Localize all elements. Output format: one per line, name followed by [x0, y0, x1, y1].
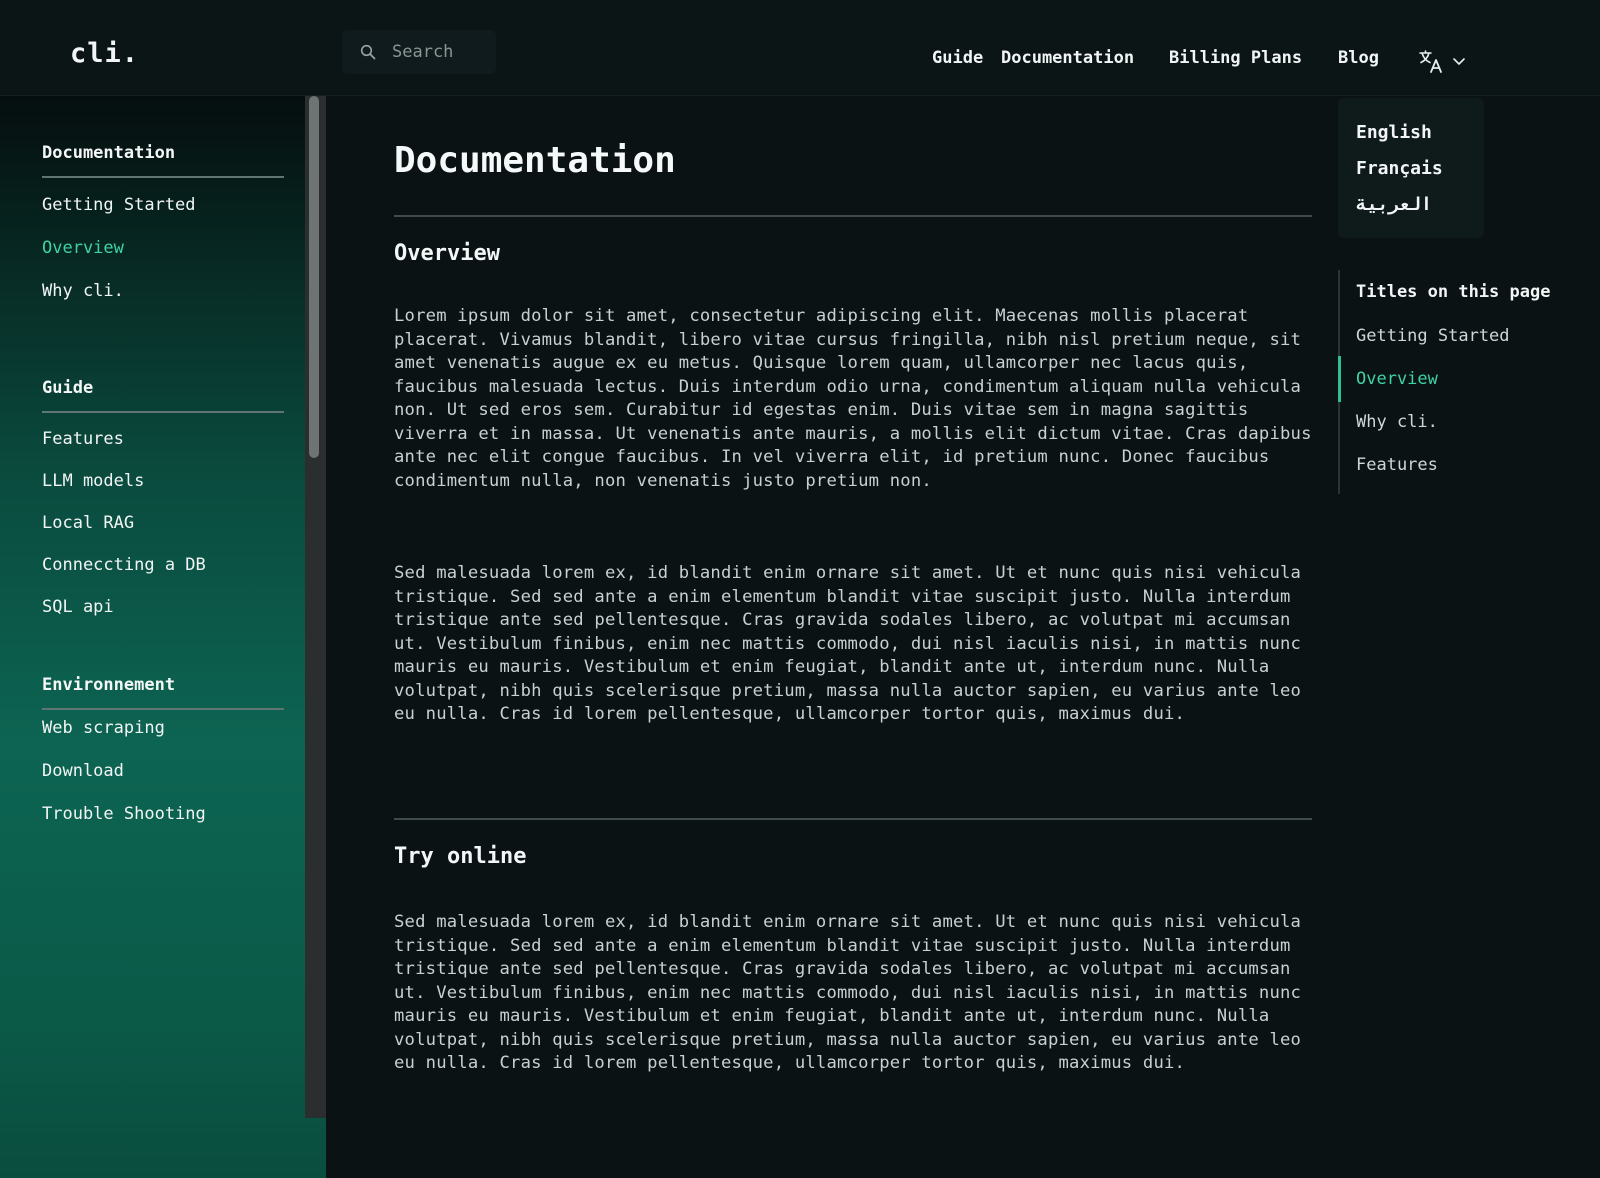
- chevron-down-icon: [1453, 58, 1465, 65]
- translate-icon: [1419, 50, 1442, 73]
- language-option-arabic[interactable]: العربية: [1356, 194, 1432, 215]
- top-header: cli. Guide Documentation Billing Plans B…: [0, 0, 1600, 96]
- page-title: Documentation: [394, 140, 676, 181]
- sidebar-divider: [42, 708, 284, 710]
- sidebar-item-connecting-db[interactable]: Conneccting a DB: [42, 555, 206, 575]
- docs-page: cli. Guide Documentation Billing Plans B…: [0, 0, 1600, 1178]
- sidebar-item-getting-started[interactable]: Getting Started: [42, 195, 196, 215]
- section-heading-try-online: Try online: [394, 844, 527, 869]
- sidebar-section-guide: Guide: [42, 378, 94, 398]
- overview-paragraph-2: Sed malesuada lorem ex, id blandit enim …: [394, 563, 1302, 724]
- nav-guide[interactable]: Guide: [932, 48, 983, 68]
- sidebar-item-llm-models[interactable]: LLM models: [42, 471, 144, 491]
- toc-item-features[interactable]: Features: [1356, 455, 1438, 475]
- section-divider: [394, 818, 1312, 820]
- sidebar-item-overview[interactable]: Overview: [42, 238, 124, 258]
- sidebar-item-sql-api[interactable]: SQL api: [42, 597, 114, 617]
- sidebar-item-trouble-shooting[interactable]: Trouble Shooting: [42, 804, 206, 824]
- nav-documentation[interactable]: Documentation: [1001, 48, 1134, 68]
- toc-item-getting-started[interactable]: Getting Started: [1356, 326, 1510, 346]
- nav-blog[interactable]: Blog: [1338, 48, 1379, 68]
- toc-item-overview[interactable]: Overview: [1356, 369, 1438, 389]
- sidebar-item-why-cli[interactable]: Why cli.: [42, 281, 124, 301]
- sidebar-divider: [42, 411, 284, 413]
- language-option-english[interactable]: English: [1356, 122, 1432, 143]
- overview-paragraph-1: Lorem ipsum dolor sit amet, consectetur …: [394, 306, 1312, 491]
- try-online-paragraph: Sed malesuada lorem ex, id blandit enim …: [394, 912, 1302, 1073]
- nav-billing-plans[interactable]: Billing Plans: [1169, 48, 1302, 68]
- toc-active-indicator: [1338, 356, 1341, 402]
- language-dropdown: English Français العربية: [1338, 98, 1484, 238]
- sidebar-divider: [42, 176, 284, 178]
- sidebar-scrollbar-thumb[interactable]: [309, 96, 319, 458]
- title-divider: [394, 215, 1312, 217]
- language-option-french[interactable]: Français: [1356, 158, 1443, 179]
- sidebar-section-documentation: Documentation: [42, 143, 176, 163]
- sidebar-item-web-scraping[interactable]: Web scraping: [42, 718, 165, 738]
- sidebar: [0, 96, 326, 1178]
- sidebar-section-environnement: Environnement: [42, 675, 176, 695]
- search-input[interactable]: [392, 42, 482, 62]
- sidebar-item-local-rag[interactable]: Local RAG: [42, 513, 134, 533]
- toc-title: Titles on this page: [1356, 282, 1551, 302]
- toc-item-why-cli[interactable]: Why cli.: [1356, 412, 1438, 432]
- logo[interactable]: cli.: [70, 38, 139, 69]
- section-heading-overview: Overview: [394, 241, 500, 266]
- sidebar-item-download[interactable]: Download: [42, 761, 124, 781]
- language-switcher[interactable]: [1418, 46, 1474, 76]
- search-box[interactable]: [342, 30, 496, 74]
- sidebar-item-features[interactable]: Features: [42, 429, 124, 449]
- search-icon: [360, 44, 376, 60]
